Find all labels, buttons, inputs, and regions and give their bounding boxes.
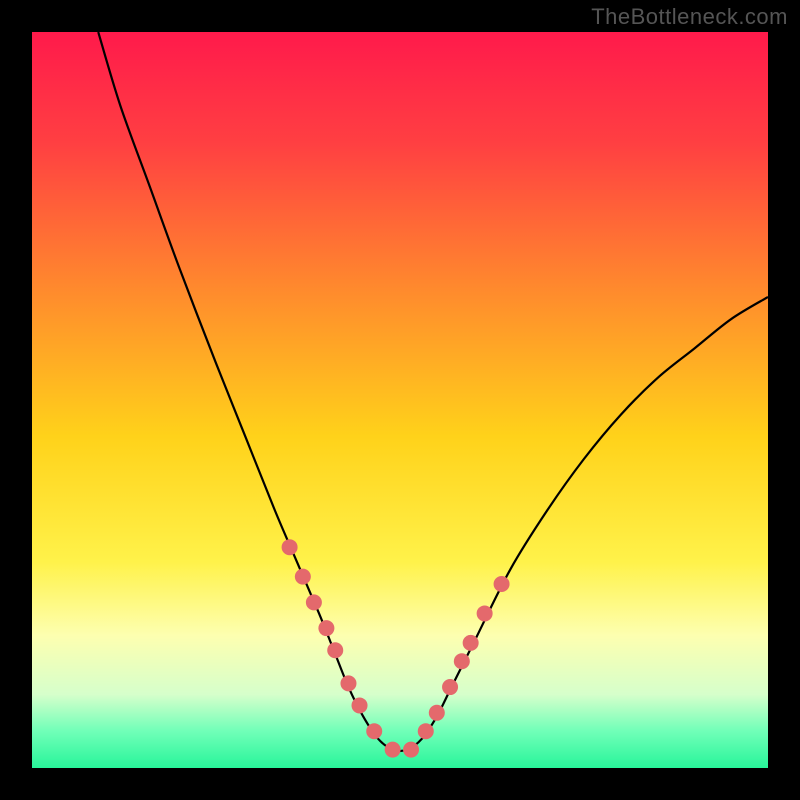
marker-point: [477, 605, 493, 621]
marker-point: [318, 620, 334, 636]
marker-point: [340, 675, 356, 691]
marker-point: [352, 697, 368, 713]
marker-point: [366, 723, 382, 739]
marker-point: [429, 705, 445, 721]
plot-area: [32, 32, 768, 768]
marker-point: [418, 723, 434, 739]
marker-point: [282, 539, 298, 555]
marker-point: [442, 679, 458, 695]
marker-point: [454, 653, 470, 669]
marker-point: [385, 742, 401, 758]
curve-layer: [32, 32, 768, 768]
marker-point: [463, 635, 479, 651]
watermark-text: TheBottleneck.com: [591, 4, 788, 30]
marker-point: [494, 576, 510, 592]
marker-point: [403, 742, 419, 758]
marker-point: [295, 569, 311, 585]
highlight-points: [282, 539, 510, 757]
marker-point: [327, 642, 343, 658]
marker-point: [306, 594, 322, 610]
bottleneck-curve: [98, 32, 768, 751]
chart-frame: TheBottleneck.com: [0, 0, 800, 800]
